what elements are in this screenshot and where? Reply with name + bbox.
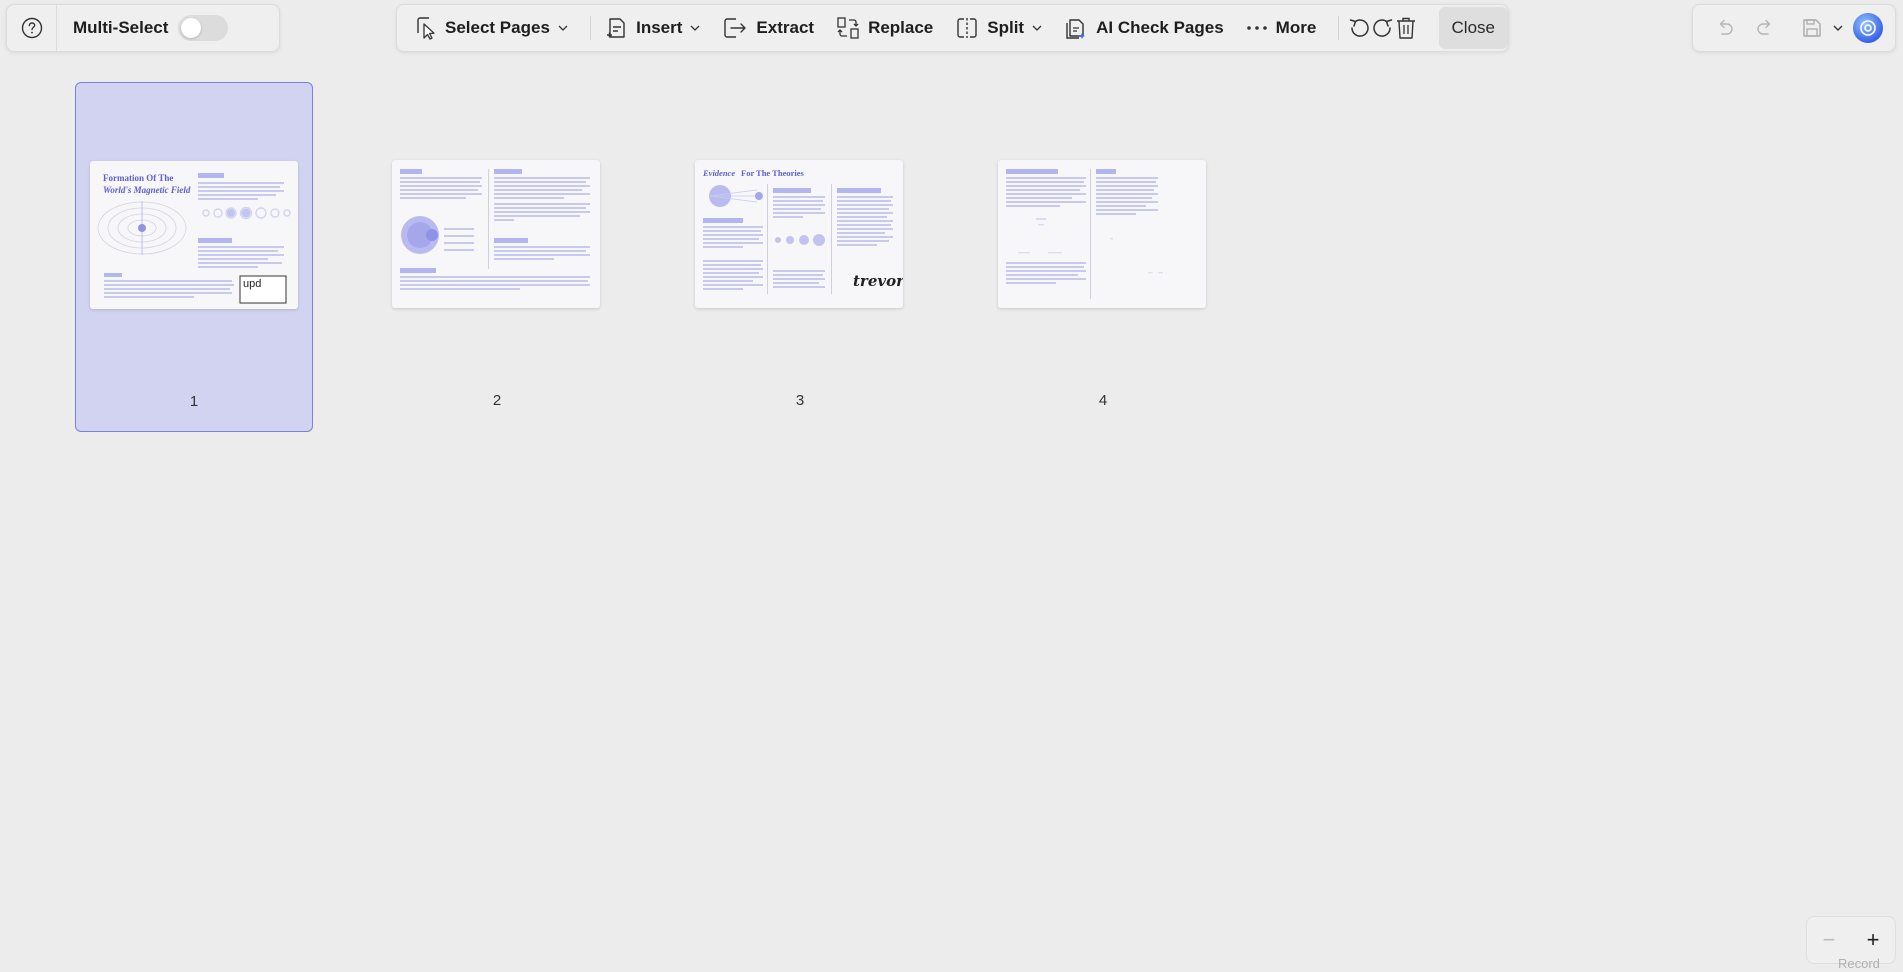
close-button[interactable]: Close [1438, 7, 1508, 49]
record-label: Record [1838, 956, 1880, 971]
chevron-down-icon [1833, 25, 1843, 31]
insert-label: Insert [636, 18, 683, 37]
select-pages-icon [417, 17, 435, 40]
page-3-title-bold: For The Theories [741, 168, 804, 178]
ai-check-pages-icon [1066, 19, 1086, 39]
rotate-left-icon [1349, 19, 1369, 37]
page-3-signature: trevor [853, 272, 903, 290]
page-preview [392, 160, 600, 308]
replace-button[interactable]: Replace [828, 8, 941, 48]
more-button[interactable]: More [1238, 8, 1325, 48]
page-number: 3 [795, 392, 805, 409]
more-label: More [1275, 18, 1317, 37]
replace-page-icon [837, 17, 859, 39]
page-1-title-line-2: World's Magnetic Field [103, 185, 191, 195]
page-thumbnail-1[interactable]: Formation Of The World's Magnetic Field … [75, 82, 313, 432]
page-preview: Evidence For The Theories trevor [695, 160, 903, 308]
redo-button[interactable] [1745, 8, 1785, 48]
page-number: 2 [492, 392, 502, 409]
extract-button[interactable]: Extract [714, 8, 822, 48]
undo-icon [1719, 19, 1733, 35]
select-pages-button[interactable]: Select Pages [407, 8, 576, 48]
split-page-icon [957, 18, 977, 38]
zoom-out-button[interactable]: − [1823, 927, 1836, 953]
page-thumbnail-2[interactable]: 2 [378, 82, 616, 432]
question-circle-icon [21, 17, 42, 39]
page-number: 1 [189, 393, 199, 410]
save-options-dropdown[interactable] [1827, 8, 1849, 48]
ai-assistant-icon [1860, 20, 1876, 36]
page-preview [998, 160, 1206, 308]
split-button[interactable]: Split [947, 8, 1050, 48]
page-preview: Formation Of The World's Magnetic Field … [90, 161, 298, 309]
page-content-preview [400, 169, 590, 290]
more-dots-icon [1246, 26, 1267, 30]
chevron-down-icon [1032, 25, 1042, 31]
page-1-title-line-1: Formation Of The [103, 173, 174, 183]
multi-select-toggle[interactable] [178, 15, 229, 41]
save-button[interactable] [1797, 8, 1827, 48]
page-thumbnail-3[interactable]: Evidence For The Theories trevor 3 [681, 82, 919, 432]
delete-button[interactable] [1395, 8, 1417, 48]
page-number: 4 [1098, 392, 1108, 409]
zoom-in-button[interactable]: + [1867, 927, 1880, 953]
save-icon [1803, 19, 1821, 37]
extract-page-icon [724, 18, 747, 38]
rotate-left-button[interactable] [1347, 8, 1371, 48]
multi-select-label: Multi-Select [73, 18, 169, 37]
ai-check-pages-label: AI Check Pages [1096, 18, 1224, 37]
rotate-right-icon [1372, 19, 1392, 37]
insert-button[interactable]: Insert [598, 8, 708, 48]
page-organizer-toolbar: Select Pages Insert Extract Replace Spli… [396, 4, 1509, 52]
replace-label: Replace [868, 18, 934, 37]
toggle-knob [181, 18, 202, 38]
ai-assistant-button[interactable] [1853, 13, 1883, 43]
document-actions-panel [1692, 4, 1896, 52]
select-pages-label: Select Pages [445, 18, 550, 37]
trash-icon [1396, 17, 1415, 39]
page-content-preview [1006, 169, 1163, 299]
page-1-logo-text: upd [243, 278, 262, 290]
page-thumbnail-4[interactable]: 4 [984, 82, 1222, 432]
ai-check-pages-button[interactable]: AI Check Pages [1056, 8, 1232, 48]
page-3-title-italic: Evidence [703, 168, 736, 178]
rotate-right-button[interactable] [1371, 8, 1395, 48]
page-content-preview [97, 173, 291, 304]
chevron-down-icon [558, 25, 568, 31]
insert-page-icon [607, 18, 625, 38]
multi-select-panel: Multi-Select [6, 4, 280, 52]
redo-icon [1757, 19, 1771, 35]
chevron-down-icon [690, 25, 700, 31]
help-button[interactable] [7, 5, 57, 51]
undo-button[interactable] [1705, 8, 1745, 48]
split-label: Split [987, 18, 1025, 37]
extract-label: Extract [756, 18, 815, 37]
